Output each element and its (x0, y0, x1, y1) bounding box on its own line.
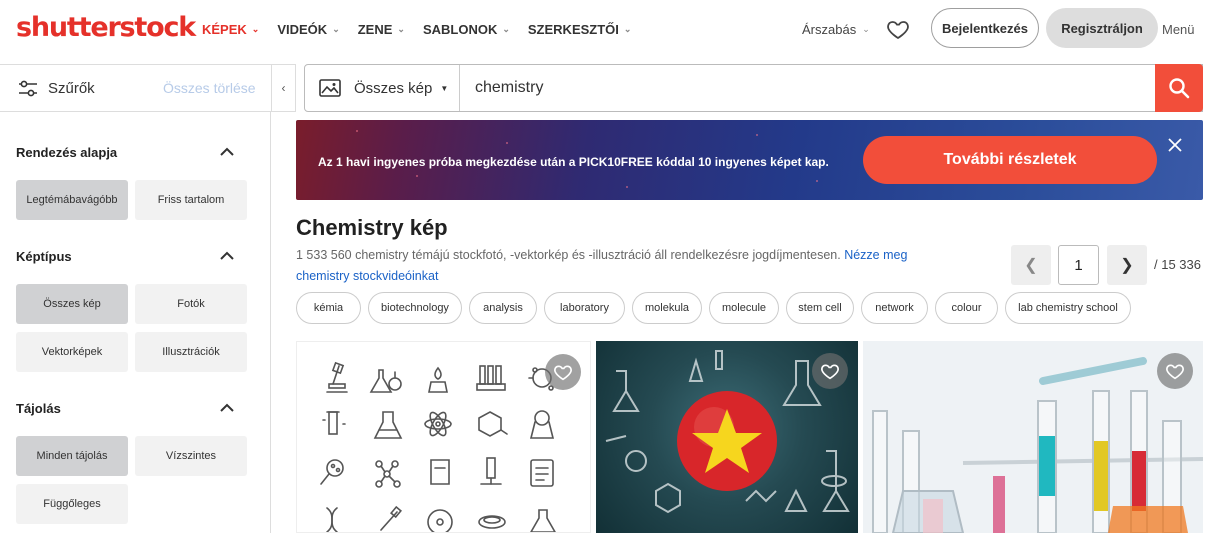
caret-down-icon: ▼ (440, 83, 449, 93)
page-title: Chemistry kép (296, 215, 448, 240)
chip-laboratory[interactable]: laboratory (544, 292, 625, 324)
nav-item-label: ZENE (357, 22, 393, 37)
chevron-down-icon: ⌄ (623, 24, 632, 34)
sort-section-title[interactable]: Rendezés alapja (16, 145, 117, 160)
type-option-all[interactable]: Összes kép (16, 284, 128, 324)
favorite-button[interactable] (812, 353, 848, 389)
clear-all-link[interactable]: Összes törlése (163, 80, 256, 96)
heart-icon (821, 364, 839, 380)
promo-text: Az 1 havi ingyenes próba megkezdése után… (318, 155, 829, 169)
chip-lab-chemistry-school[interactable]: lab chemistry school (1005, 292, 1131, 324)
image-tile-chemistry-sphere[interactable] (596, 341, 858, 533)
main-nav: KÉPEK ⌄ VIDEÓK ⌄ ZENE ⌄ SABLONOK ⌄ SZERKESZT… (202, 22, 649, 37)
heart-icon (1166, 364, 1184, 380)
pricing-label: Árszabás (802, 22, 857, 37)
chevron-down-icon: ⌄ (332, 24, 340, 34)
type-option-illustrations[interactable]: Illusztrációk (135, 332, 247, 372)
more-details-button[interactable]: További részletek (863, 136, 1157, 184)
search-type-label: Összes kép (354, 79, 433, 97)
chevron-left-icon: ‹ (281, 81, 286, 95)
chevron-down-icon: ⌄ (862, 24, 870, 34)
menu-button[interactable]: Menü (1162, 22, 1195, 37)
chip-stem-cell[interactable]: stem cell (786, 292, 854, 324)
nav-item-label: SZERKESZTŐI (527, 22, 619, 37)
image-icon (319, 79, 341, 97)
heart-icon (554, 365, 572, 381)
promo-banner: Az 1 havi ingyenes próba megkezdése után… (296, 120, 1203, 200)
close-icon[interactable] (1167, 137, 1183, 153)
lab-glassware-image (863, 341, 1203, 533)
chevron-up-icon[interactable] (219, 251, 235, 261)
type-section-title[interactable]: Képtípus (16, 249, 72, 264)
chevron-down-icon: ⌄ (251, 24, 260, 34)
results-count-text: 1 533 560 chemistry témájú stockfotó, -v… (296, 248, 841, 262)
pricing-link[interactable]: Árszabás ⌄ (802, 22, 870, 37)
chip-kemia[interactable]: kémia (296, 292, 361, 324)
orientation-option-all[interactable]: Minden tájolás (16, 436, 128, 476)
chevron-down-icon: ⌄ (502, 24, 510, 34)
nav-item-kepek[interactable]: KÉPEK ⌄ (202, 22, 259, 37)
chevron-up-icon[interactable] (219, 147, 235, 157)
nav-item-videok[interactable]: VIDEÓK ⌄ (277, 22, 339, 37)
nav-item-sablonok[interactable]: SABLONOK ⌄ (423, 22, 510, 37)
chip-molekula[interactable]: molekula (632, 292, 702, 324)
related-searches: kémia biotechnology analysis laboratory … (296, 292, 1138, 324)
filters-label[interactable]: Szűrők (48, 80, 95, 97)
page-number-input[interactable]: 1 (1058, 245, 1099, 285)
chevron-up-icon[interactable] (219, 403, 235, 413)
search-button[interactable] (1155, 64, 1203, 112)
type-option-vectors[interactable]: Vektorképek (16, 332, 128, 372)
chip-analysis[interactable]: analysis (469, 292, 537, 324)
previous-page-button[interactable]: ❮ (1011, 245, 1051, 285)
search-box: Összes kép ▼ (304, 64, 1203, 112)
total-pages: / 15 336 (1154, 257, 1201, 272)
sliders-icon[interactable] (18, 79, 38, 99)
chip-network[interactable]: network (861, 292, 928, 324)
nav-item-label: KÉPEK (202, 22, 247, 37)
search-type-dropdown[interactable]: Összes kép ▼ (305, 65, 460, 111)
search-icon (1169, 78, 1190, 99)
image-tile-chemistry-icons[interactable] (296, 341, 591, 533)
chip-colour[interactable]: colour (935, 292, 998, 324)
sort-option-relevant[interactable]: Legtémábavágóbb (16, 180, 128, 220)
image-tile-lab-glassware[interactable] (863, 341, 1203, 533)
orientation-option-vertical[interactable]: Függőleges (16, 484, 128, 524)
filters-bar: Szűrők Összes törlése (0, 64, 271, 112)
type-option-photos[interactable]: Fotók (135, 284, 247, 324)
next-page-button[interactable]: ❯ (1107, 245, 1147, 285)
chip-molecule[interactable]: molecule (709, 292, 779, 324)
chip-biotechnology[interactable]: biotechnology (368, 292, 462, 324)
chevron-down-icon: ⌄ (397, 24, 405, 34)
heart-icon[interactable] (886, 17, 910, 41)
sort-option-fresh[interactable]: Friss tartalom (135, 180, 247, 220)
nav-item-label: SABLONOK (422, 22, 498, 37)
login-button[interactable]: Bejelentkezés (931, 8, 1039, 48)
collapse-sidebar-button[interactable]: ‹ (271, 64, 296, 112)
top-navigation: shutterstock KÉPEK ⌄ VIDEÓK ⌄ ZENE ⌄ SABLON… (0, 0, 1210, 58)
orientation-option-horizontal[interactable]: Vízszintes (135, 436, 247, 476)
favorite-button[interactable] (545, 354, 581, 390)
search-input[interactable] (460, 65, 1202, 111)
shutterstock-logo[interactable]: shutterstock (16, 12, 196, 43)
nav-item-zene[interactable]: ZENE ⌄ (358, 22, 405, 37)
filter-sidebar: Rendezés alapja Legtémábavágóbb Friss ta… (0, 112, 271, 533)
orientation-section-title[interactable]: Tájolás (16, 401, 61, 416)
register-button[interactable]: Regisztráljon (1046, 8, 1158, 48)
results-description: 1 533 560 chemistry témájú stockfotó, -v… (296, 245, 956, 287)
chevron-right-icon: ❯ (1120, 257, 1134, 274)
favorite-button[interactable] (1157, 353, 1193, 389)
chevron-left-icon: ❮ (1024, 257, 1038, 274)
nav-item-szerkesztoi[interactable]: SZERKESZTŐI ⌄ (528, 22, 632, 37)
nav-item-label: VIDEÓK (277, 22, 328, 37)
